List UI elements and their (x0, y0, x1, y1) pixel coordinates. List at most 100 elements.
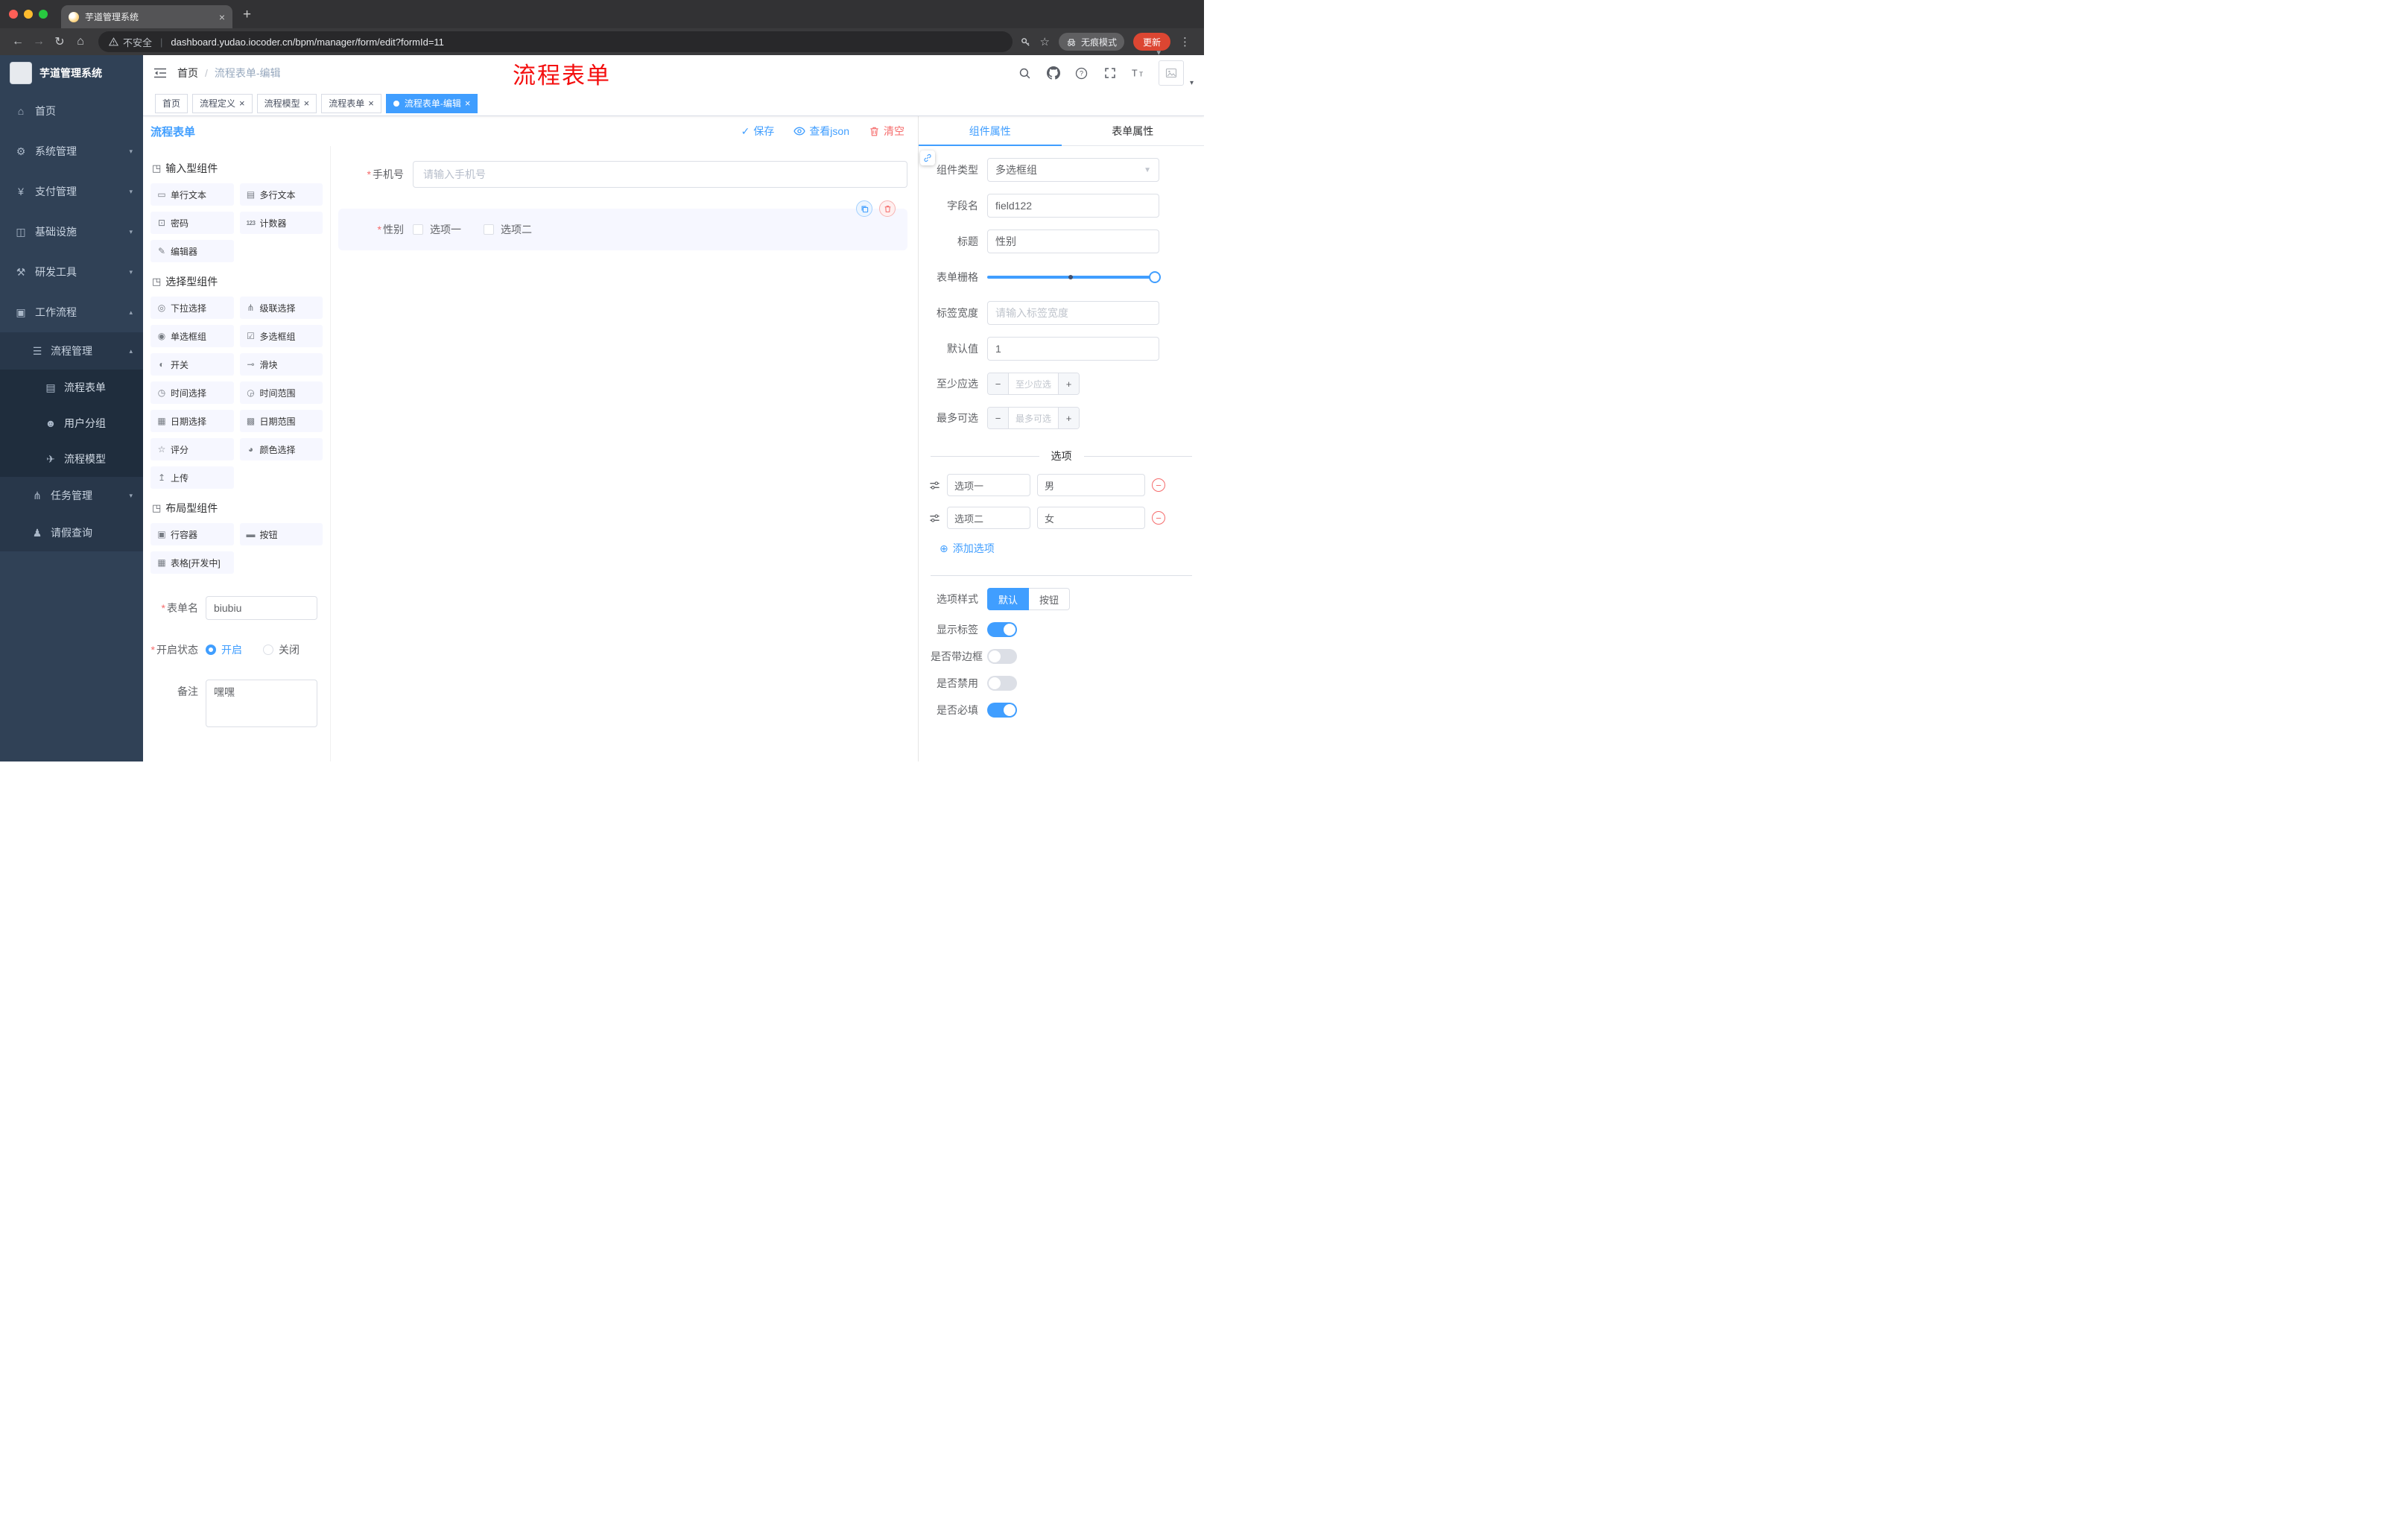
option-value-input[interactable] (1037, 474, 1145, 496)
border-toggle[interactable] (987, 649, 1017, 664)
show-label-toggle[interactable] (987, 622, 1017, 637)
close-icon[interactable]: × (465, 98, 471, 108)
phone-input[interactable] (413, 161, 907, 188)
minus-button[interactable]: − (988, 373, 1009, 394)
component-item[interactable]: ◷ 时间选择 (150, 381, 234, 404)
sidebar-item-payment[interactable]: ¥ 支付管理 ▾ (0, 171, 143, 212)
label-width-input[interactable] (987, 301, 1159, 325)
plus-button[interactable]: + (1058, 373, 1079, 394)
component-item[interactable]: ⊸ 滑块 (239, 353, 323, 376)
tag-process-definition[interactable]: 流程定义 × (192, 93, 253, 113)
browser-tab[interactable]: 芋道管理系统 × (61, 5, 232, 28)
sidebar-item-home[interactable]: ⌂ 首页 (0, 91, 143, 131)
sidebar-item-devtools[interactable]: ⚒ 研发工具 ▾ (0, 252, 143, 292)
sidebar-item-leave-query[interactable]: ♟ 请假查询 (0, 514, 143, 551)
required-toggle[interactable] (987, 703, 1017, 718)
component-item[interactable]: ↥ 上传 (150, 466, 234, 489)
sidebar-item-task-management[interactable]: ⋔ 任务管理 ▾ (0, 477, 143, 514)
style-default-button[interactable]: 默认 (987, 588, 1030, 610)
tab-form-props[interactable]: 表单属性 (1062, 116, 1205, 145)
option-name-input[interactable] (947, 507, 1030, 529)
update-button[interactable]: 更新 (1132, 33, 1170, 51)
slider-handle[interactable] (1149, 271, 1161, 283)
browser-menu-icon[interactable]: ⋮ (1179, 35, 1191, 48)
component-item[interactable]: ▭ 单行文本 (150, 183, 234, 206)
collapse-sidebar-icon[interactable] (153, 68, 167, 78)
component-item[interactable]: ▦ 表格[开发中] (150, 551, 234, 574)
clear-button[interactable]: 清空 (869, 124, 904, 139)
field-name-input[interactable] (987, 194, 1159, 218)
checkbox-option-1[interactable]: 选项一 (413, 222, 461, 237)
sidebar-item-user-group[interactable]: ☻ 用户分组 (0, 405, 143, 441)
add-option-button[interactable]: ⊕ 添加选项 (940, 541, 1192, 556)
stepper-placeholder[interactable]: 最多可选 (1009, 408, 1058, 428)
status-radio-off[interactable]: 关闭 (263, 638, 300, 662)
canvas-field-phone[interactable]: * 手机号 (338, 161, 907, 188)
component-item[interactable]: ☑ 多选框组 (239, 325, 323, 347)
link-icon[interactable] (920, 151, 935, 165)
drag-handle-icon[interactable] (929, 513, 940, 524)
component-item[interactable]: 123 计数器 (239, 212, 323, 234)
minus-button[interactable]: − (988, 408, 1009, 428)
help-icon[interactable]: ? (1074, 65, 1090, 81)
sidebar-logo[interactable]: 芋道管理系统 (0, 55, 143, 91)
component-item[interactable]: ▬ 按钮 (239, 523, 323, 545)
sidebar-item-process-management[interactable]: ☰ 流程管理 ▴ (0, 332, 143, 370)
component-item[interactable]: ◎ 下拉选择 (150, 297, 234, 319)
forward-icon[interactable]: → (28, 31, 49, 52)
home-icon[interactable]: ⌂ (70, 31, 91, 52)
option-name-input[interactable] (947, 474, 1030, 496)
remove-option-button[interactable]: − (1152, 511, 1165, 525)
component-item[interactable]: ⋔ 级联选择 (239, 297, 323, 319)
close-window-button[interactable] (9, 10, 18, 19)
component-item[interactable]: ☆ 评分 (150, 438, 234, 460)
breadcrumb-home[interactable]: 首页 (177, 66, 198, 80)
component-type-select[interactable]: 多选框组 ▼ (987, 158, 1159, 182)
component-item[interactable]: ▩ 日期范围 (239, 410, 323, 432)
tab-close-icon[interactable]: × (219, 11, 225, 23)
zoom-window-button[interactable] (39, 10, 48, 19)
save-button[interactable]: ✓ 保存 (741, 124, 775, 139)
bookmark-star-icon[interactable]: ☆ (1040, 35, 1050, 48)
form-name-input[interactable] (206, 596, 317, 620)
style-button-button[interactable]: 按钮 (1029, 588, 1071, 610)
status-radio-on[interactable]: 开启 (206, 638, 242, 662)
sidebar-item-infrastructure[interactable]: ◫ 基础设施 ▾ (0, 212, 143, 252)
close-icon[interactable]: × (304, 98, 310, 108)
drag-handle-icon[interactable] (929, 480, 940, 491)
minimize-window-button[interactable] (24, 10, 33, 19)
tag-home[interactable]: 首页 (155, 93, 188, 113)
reload-icon[interactable]: ↻ (49, 31, 70, 52)
component-item[interactable]: ✎ 编辑器 (150, 240, 234, 262)
tag-process-form[interactable]: 流程表单 × (321, 93, 381, 113)
component-item[interactable]: ⊡ 密码 (150, 212, 234, 234)
disabled-toggle[interactable] (987, 676, 1017, 691)
component-item[interactable]: ◶ 时间范围 (239, 381, 323, 404)
remove-option-button[interactable]: − (1152, 478, 1165, 492)
tag-process-form-edit[interactable]: 流程表单-编辑 × (385, 93, 478, 113)
component-item[interactable]: ◕ 颜色选择 (239, 438, 323, 460)
default-value-input[interactable] (987, 337, 1159, 361)
component-item[interactable]: ◉ 单选框组 (150, 325, 234, 347)
view-json-button[interactable]: 查看json (793, 124, 849, 139)
sidebar-item-process-model[interactable]: ✈ 流程模型 (0, 441, 143, 477)
stepper-placeholder[interactable]: 至少应选 (1009, 373, 1058, 394)
close-icon[interactable]: × (368, 98, 374, 108)
sidebar-item-process-form[interactable]: ▤ 流程表单 (0, 370, 143, 405)
close-icon[interactable]: × (239, 98, 245, 108)
form-grid-slider[interactable] (987, 265, 1161, 289)
component-item[interactable]: ◐ 开关 (150, 353, 234, 376)
avatar-caret-icon[interactable]: ▾ (1190, 79, 1194, 87)
tag-process-model[interactable]: 流程模型 × (256, 93, 317, 113)
url-bar[interactable]: 不安全 | dashboard.yudao.iocoder.cn/bpm/man… (98, 31, 1013, 52)
sidebar-item-system[interactable]: ⚙ 系统管理 ▾ (0, 131, 143, 171)
canvas-field-gender-selected[interactable]: * 性别 选项一 选项二 (338, 200, 907, 250)
key-icon[interactable] (1020, 37, 1031, 48)
component-item[interactable]: ▦ 日期选择 (150, 410, 234, 432)
plus-button[interactable]: + (1058, 408, 1079, 428)
component-item[interactable]: ▤ 多行文本 (239, 183, 323, 206)
fullscreen-icon[interactable] (1102, 65, 1118, 81)
copy-field-button[interactable] (856, 200, 872, 217)
delete-field-button[interactable] (879, 200, 896, 217)
checkbox-option-2[interactable]: 选项二 (484, 222, 532, 237)
